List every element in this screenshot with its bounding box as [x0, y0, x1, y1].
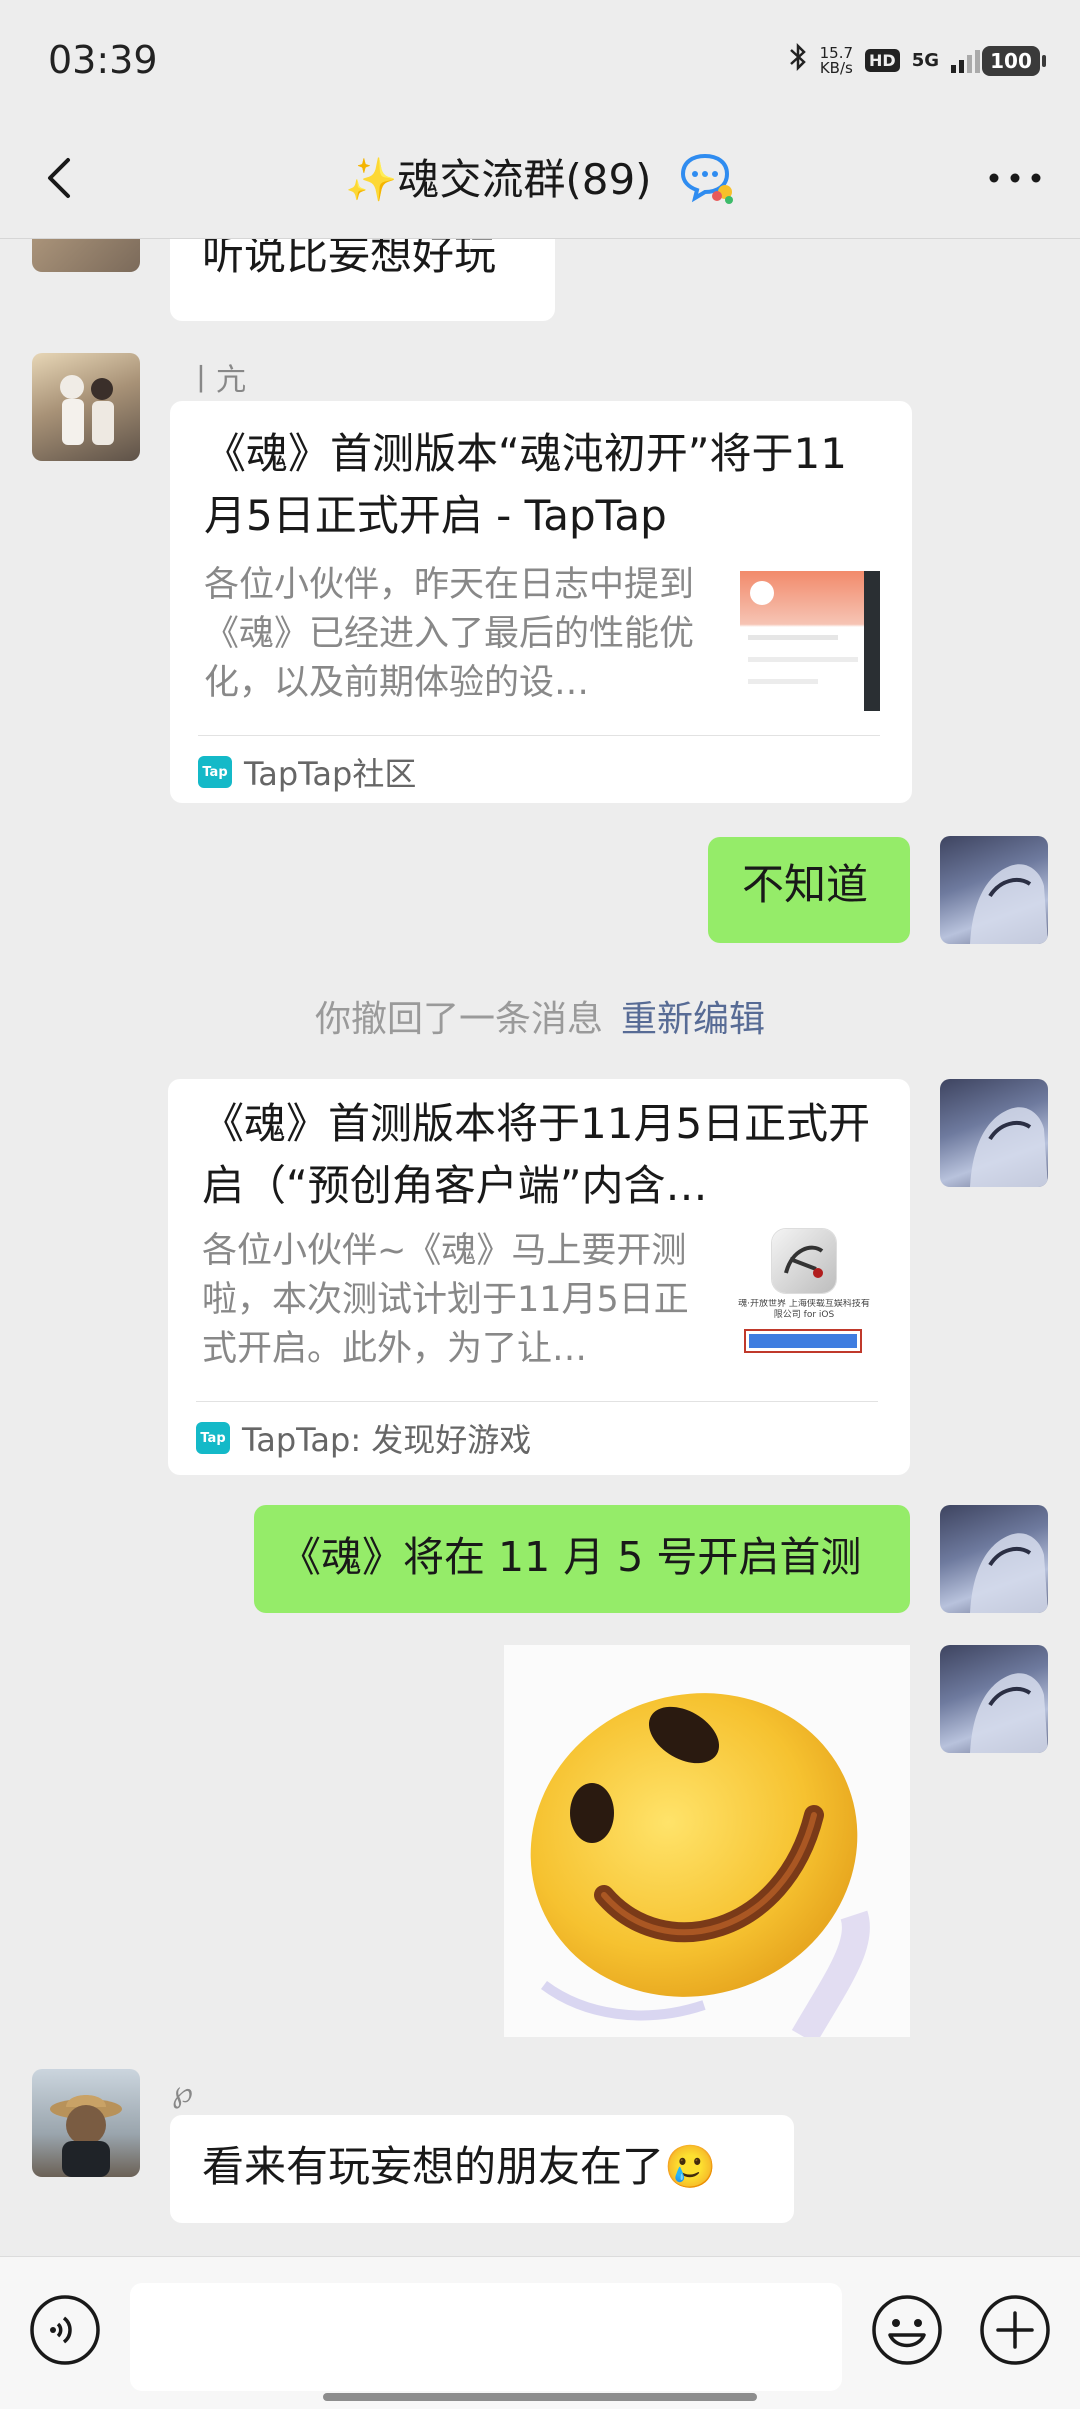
- card-thumbnail: 魂·开放世界 上海侠载互娱科技有限公司 for iOS: [734, 1229, 874, 1369]
- self-avatar[interactable]: [940, 1645, 1048, 1753]
- card-source-name: TapTap社区: [244, 755, 417, 793]
- self-avatar[interactable]: [940, 1505, 1048, 1613]
- app-icon: [772, 1229, 836, 1293]
- network-speed-unit: KB/s: [819, 58, 853, 77]
- emoji-icon[interactable]: [870, 2293, 944, 2367]
- avatar[interactable]: [32, 2069, 140, 2177]
- chat-title-text: ✨魂交流群(89): [345, 155, 652, 204]
- taptap-logo-icon: Tap: [198, 756, 232, 788]
- card-thumbnail: [740, 571, 880, 711]
- thumb-caption: 魂·开放世界 上海侠载互娱科技有限公司 for iOS: [738, 1299, 870, 1320]
- thumb-button: [744, 1329, 862, 1353]
- message-bubble-self[interactable]: 《魂》将在 11 月 5 号开启首测: [254, 1505, 910, 1613]
- sender-name: 丨亢: [186, 363, 246, 398]
- taptap-logo-icon: Tap: [196, 1422, 230, 1454]
- message-bubble-self[interactable]: 不知道: [708, 837, 910, 943]
- network-type: 5G: [911, 50, 939, 71]
- message-input[interactable]: [130, 2283, 842, 2391]
- re-edit-link[interactable]: 重新编辑: [621, 999, 765, 1040]
- status-icons: 15.7 KB/s HD 5G: [788, 42, 980, 79]
- message-bubble[interactable]: 听说比妄想好玩: [170, 239, 555, 321]
- bluetooth-icon: [788, 42, 808, 79]
- card-title: 《魂》首测版本“魂沌初开”将于11月5日正式开启 - TapTap: [204, 429, 847, 540]
- chat-bubble-icon: [677, 152, 735, 214]
- card-title: 《魂》首测版本将于11月5日正式开启（“预创角客户端”内含…: [202, 1099, 871, 1210]
- recall-notice: 你撤回了一条消息 重新编辑: [0, 990, 1080, 1042]
- self-avatar[interactable]: [940, 1079, 1048, 1187]
- avatar[interactable]: [32, 353, 140, 461]
- card-source: Tap TapTap社区: [198, 749, 416, 795]
- message-bubble[interactable]: 看来有玩妄想的朋友在了🥲: [170, 2115, 794, 2223]
- card-divider: [198, 735, 880, 736]
- sticker-image[interactable]: [504, 1645, 910, 2037]
- recall-notice-text: 你撤回了一条消息: [314, 999, 603, 1040]
- card-divider: [196, 1401, 878, 1402]
- self-avatar[interactable]: [940, 836, 1048, 944]
- message-text: 不知道: [742, 860, 869, 909]
- plus-icon[interactable]: [978, 2293, 1052, 2367]
- link-card-self[interactable]: 《魂》首测版本将于11月5日正式开启（“预创角客户端”内含… 各位小伙伴~《魂》…: [168, 1079, 910, 1475]
- link-card[interactable]: 《魂》首测版本“魂沌初开”将于11月5日正式开启 - TapTap 各位小伙伴，…: [170, 401, 912, 803]
- card-source: Tap TapTap: 发现好游戏: [196, 1415, 531, 1461]
- more-dots-icon[interactable]: [980, 148, 1050, 208]
- battery-icon: 100: [982, 46, 1046, 76]
- home-indicator: [323, 2393, 757, 2401]
- card-description: 各位小伙伴~《魂》马上要开测啦，本次测试计划于11月5日正式开启。此外，为了让…: [202, 1231, 689, 1369]
- message-text: 听说比妄想好玩: [202, 239, 497, 279]
- input-bar: [0, 2256, 1080, 2409]
- signal-bars-icon: [951, 49, 980, 73]
- status-time: 03:39: [48, 38, 158, 82]
- message-text: 看来有玩妄想的朋友在了🥲: [202, 2142, 717, 2191]
- voice-icon[interactable]: [28, 2293, 102, 2367]
- card-description: 各位小伙伴，昨天在日志中提到《魂》已经进入了最后的性能优化，以及前期体验的设…: [204, 565, 695, 703]
- chat-title[interactable]: ✨魂交流群(89): [0, 146, 1080, 214]
- chat-area[interactable]: 听说比妄想好玩 丨亢 《魂》首测版本“魂沌初开”将于11月5日正式开启 - Ta…: [0, 239, 1080, 2255]
- sender-name: ℘: [172, 2075, 193, 2110]
- network-speed: 15.7 KB/s: [819, 45, 853, 77]
- hd-badge: HD: [865, 49, 900, 72]
- avatar[interactable]: [32, 239, 140, 272]
- card-source-name: TapTap: 发现好游戏: [242, 1421, 532, 1459]
- chat-header: ✨魂交流群(89): [0, 120, 1080, 239]
- message-text: 《魂》将在 11 月 5 号开启首测: [280, 1533, 862, 1581]
